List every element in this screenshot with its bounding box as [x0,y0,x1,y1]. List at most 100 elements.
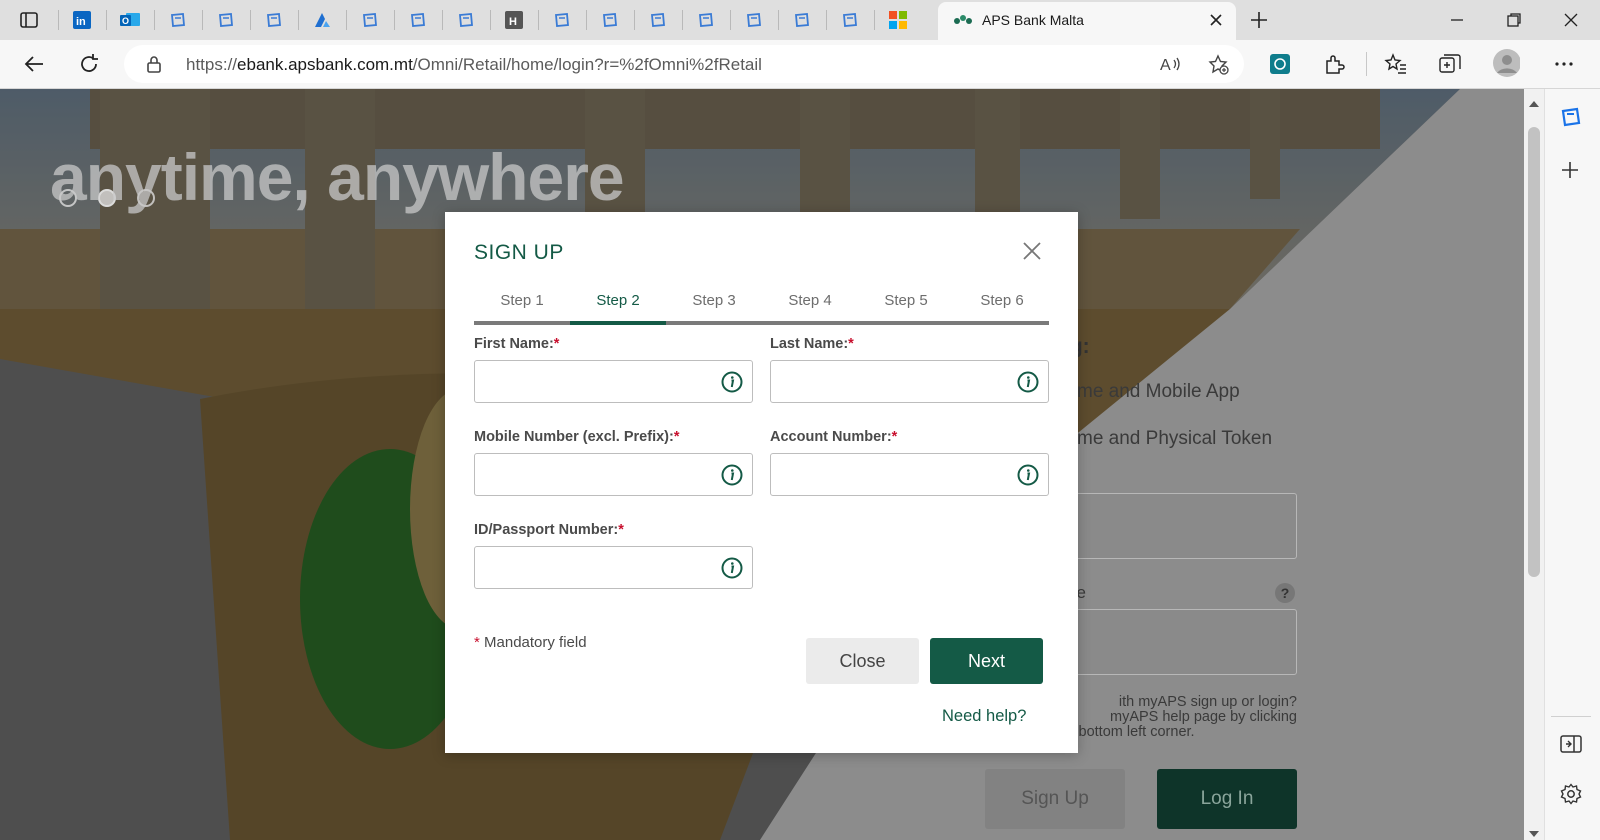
edge-page-icon[interactable] [408,10,428,30]
account-number-info-icon[interactable] [1017,464,1039,486]
edge-page-icon[interactable] [696,10,716,30]
microsoft-icon[interactable] [888,10,908,30]
restore-icon[interactable] [1503,9,1525,31]
sidebar-hide-icon[interactable] [1560,734,1582,759]
scroll-thumb[interactable] [1528,127,1540,577]
step-6-tab[interactable]: Step 6 [954,292,1050,322]
last-name-input[interactable] [771,361,1006,402]
edge-page-icon[interactable] [840,10,860,30]
modal-title: SIGN UP [474,241,564,264]
edge-page-icon[interactable] [552,10,572,30]
window-close-icon[interactable] [1560,9,1582,31]
account-number-input[interactable] [771,454,1006,495]
linkedin-icon[interactable]: in [72,10,92,30]
azure-icon[interactable] [312,10,332,30]
login-option-mobile-app[interactable]: me and Mobile App [1077,381,1240,403]
first-name-label: First Name:* [474,336,559,352]
step-4-tab[interactable]: Step 4 [762,292,858,322]
add-favorite-icon[interactable] [1208,54,1230,81]
refresh-icon[interactable] [75,50,103,78]
new-tab-icon[interactable] [1248,9,1270,31]
next-button[interactable]: Next [930,638,1043,684]
last-name-required-mark: * [848,336,854,352]
sidebar-tabs-icon[interactable] [19,10,39,30]
address-bar[interactable]: https://ebank.apsbank.com.mt/Omni/Retail… [124,45,1244,83]
edge-page-icon[interactable] [792,10,812,30]
mandatory-text: Mandatory field [484,634,587,651]
mandatory-field-note: * Mandatory field [474,634,587,651]
url-prefix: https:// [186,55,238,74]
minimize-icon[interactable] [1446,9,1468,31]
scroll-down-arrow-icon[interactable] [1529,825,1539,840]
step-3-tab[interactable]: Step 3 [666,292,762,322]
step-progress-track [474,321,1049,325]
edge-page-icon[interactable] [744,10,764,30]
account-number-label-text: Account Number: [770,429,892,445]
mobile-number-input[interactable] [475,454,710,495]
edge-page-icon[interactable] [600,10,620,30]
background-log-in-button[interactable]: Log In [1157,769,1297,829]
mobile-number-info-icon[interactable] [721,464,743,486]
id-passport-input[interactable] [475,547,710,588]
last-name-field[interactable] [770,360,1049,403]
account-number-required-mark: * [891,429,898,445]
active-tab-title: APS Bank Malta [982,12,1084,28]
first-name-info-icon[interactable] [721,371,743,393]
first-name-required-mark: * [553,336,560,352]
lock-icon[interactable] [146,55,162,78]
url-path: /Omni/Retail/home/login?r=%2fOmni%2fReta… [412,55,762,74]
read-aloud-icon[interactable]: A [1160,54,1182,79]
active-tab[interactable]: APS Bank Malta [938,2,1236,40]
extensions-icon[interactable] [1320,50,1348,78]
collections-icon[interactable] [1436,50,1464,78]
page-scrollbar[interactable] [1524,89,1544,840]
sidebar-add-icon[interactable] [1560,160,1580,185]
url-text[interactable]: https://ebank.apsbank.com.mt/Omni/Retail… [186,55,762,75]
tab-close-icon[interactable] [1208,12,1224,33]
sign-up-modal: SIGN UP Step 1 Step 2 Step 3 Step 4 Step… [445,212,1078,753]
step-2-tab[interactable]: Step 2 [570,292,666,322]
extension-app-icon[interactable] [1266,50,1294,78]
first-name-field[interactable] [474,360,753,403]
outlook-icon[interactable]: O [120,10,140,30]
id-passport-info-icon[interactable] [721,557,743,579]
edge-page-icon[interactable] [216,10,236,30]
login-option-physical-token[interactable]: me and Physical Token [1077,428,1272,450]
last-name-info-icon[interactable] [1017,371,1039,393]
step-tabs: Step 1 Step 2 Step 3 Step 4 Step 5 Step … [474,292,1049,325]
more-options-icon[interactable] [1550,50,1578,78]
close-button[interactable]: Close [806,638,919,684]
app-h-icon[interactable]: H [504,10,524,30]
edge-page-icon[interactable] [456,10,476,30]
web-page: anytime, anywhere ng: me and Mobile App … [0,89,1524,840]
mobile-number-required-mark: * [673,429,680,445]
browser-sidebar [1544,89,1600,840]
modal-close-icon[interactable] [1021,240,1043,262]
back-icon[interactable] [20,50,48,78]
mobile-number-field[interactable] [474,453,753,496]
step-5-tab[interactable]: Step 5 [858,292,954,322]
profile-avatar-icon[interactable] [1492,49,1520,77]
edge-page-icon[interactable] [168,10,188,30]
last-name-label: Last Name:* [770,336,854,352]
need-help-link[interactable]: Need help? [942,707,1026,726]
account-number-field[interactable] [770,453,1049,496]
mandatory-mark: * [474,634,480,651]
first-name-label-text: First Name: [474,336,554,352]
hero-headline: anytime, anywhere [50,140,625,214]
edge-page-icon[interactable] [648,10,668,30]
scroll-up-arrow-icon[interactable] [1529,95,1539,113]
svg-text:H: H [509,16,517,28]
favorites-icon[interactable] [1382,50,1410,78]
mobile-number-label-text: Mobile Number (excl. Prefix): [474,429,674,445]
id-passport-field[interactable] [474,546,753,589]
edge-page-icon[interactable] [264,10,284,30]
first-name-input[interactable] [475,361,710,402]
code-help-icon[interactable]: ? [1275,583,1295,603]
step-1-tab[interactable]: Step 1 [474,292,570,322]
background-sign-up-button[interactable]: Sign Up [985,769,1125,829]
id-passport-label: ID/Passport Number:* [474,522,624,538]
sidebar-copilot-icon[interactable] [1559,105,1583,134]
edge-page-icon[interactable] [360,10,380,30]
sidebar-settings-icon[interactable] [1560,783,1582,810]
